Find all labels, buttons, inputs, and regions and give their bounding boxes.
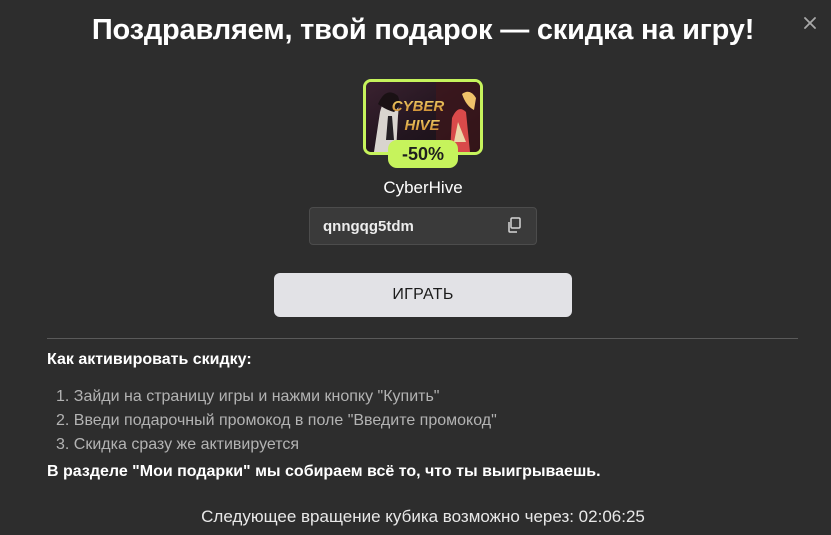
discount-badge: -50% xyxy=(388,140,458,168)
instruction-step-1: 1. Зайди на страницу игры и нажми кнопку… xyxy=(56,388,440,405)
instruction-step-2: 2. Введи подарочный промокод в поле "Вве… xyxy=(56,412,497,429)
instructions-title: Как активировать скидку: xyxy=(47,351,252,368)
page-title: Поздравляем, твой подарок — скидка на иг… xyxy=(91,14,755,46)
game-cover-title-line2: HIVE xyxy=(404,117,440,134)
promo-code-field[interactable]: qnngqg5tdm xyxy=(309,207,537,245)
next-spin-timer: Следующее вращение кубика возможно через… xyxy=(201,507,645,526)
instruction-step-3: 3. Скидка сразу же активируется xyxy=(56,436,300,453)
copy-icon[interactable] xyxy=(507,217,521,233)
instructions-list: 1. Зайди на страницу игры и нажми кнопку… xyxy=(56,385,497,457)
promo-code-text: qnngqg5tdm xyxy=(323,218,414,235)
game-name: CyberHive xyxy=(383,178,463,197)
play-button[interactable]: ИГРАТЬ xyxy=(274,273,572,317)
game-cover-title-line1: CYBER xyxy=(392,98,445,115)
divider xyxy=(47,338,798,339)
gifts-note: В разделе "Мои подарки" мы собираем всё … xyxy=(47,463,601,480)
